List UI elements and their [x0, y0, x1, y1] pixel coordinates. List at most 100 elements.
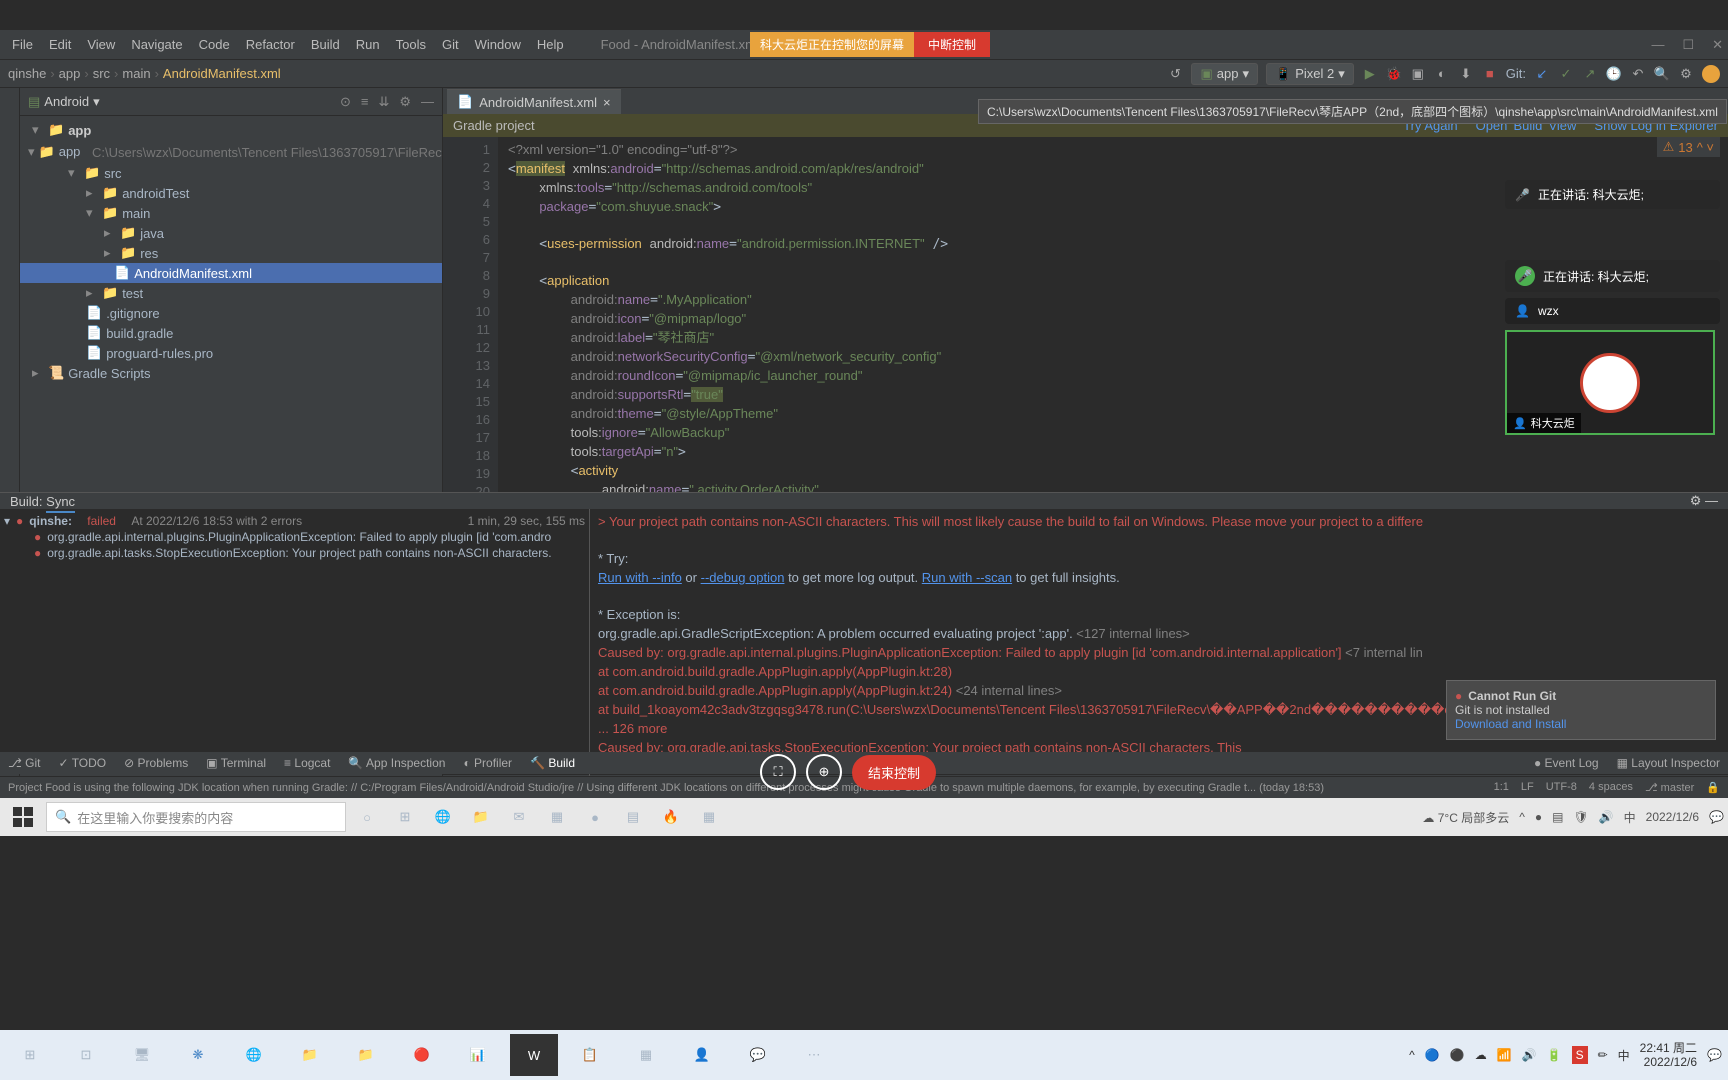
close-tab-icon[interactable]: × [603, 95, 611, 110]
settings-icon[interactable]: ⚙ [1678, 66, 1694, 82]
taskview-icon[interactable]: ⊡ [62, 1034, 110, 1076]
download-install-link[interactable]: Download and Install [1455, 717, 1707, 731]
app-icon[interactable]: ▦ [622, 1034, 670, 1076]
profiler-tool-button[interactable]: ◐ Profiler [463, 756, 512, 770]
start-button[interactable]: ⊞ [6, 1034, 54, 1076]
layoutinspector-tool-button[interactable]: ▦ Layout Inspector [1617, 756, 1720, 770]
menu-navigate[interactable]: Navigate [124, 34, 189, 55]
wps-icon[interactable]: W [510, 1034, 558, 1076]
attach-icon[interactable]: ⬇ [1458, 66, 1474, 82]
zoom-in-icon[interactable]: ⊕ [806, 754, 842, 790]
app-icon[interactable]: 📊 [454, 1034, 502, 1076]
app-icon[interactable]: 🔥 [654, 801, 688, 833]
interrupt-control-button[interactable]: 中断控制 [914, 32, 990, 57]
crumb-main[interactable]: main [122, 66, 150, 81]
edge-icon[interactable]: 🌐 [230, 1034, 278, 1076]
collapse-icon[interactable]: ⇊ [378, 94, 389, 110]
line-separator[interactable]: LF [1521, 781, 1534, 794]
app-icon[interactable]: ❋ [174, 1034, 222, 1076]
minimize-icon[interactable]: — [1651, 37, 1664, 53]
start-button[interactable] [4, 801, 42, 833]
hide-icon[interactable]: — [421, 94, 434, 110]
weather-widget[interactable]: ☁ 7°C 局部多云 [1422, 809, 1509, 826]
cortana-icon[interactable]: ○ [350, 801, 384, 833]
build-hide-icon[interactable]: — [1705, 493, 1718, 508]
app-icon[interactable]: ⋯ [790, 1034, 838, 1076]
menu-edit[interactable]: Edit [42, 34, 78, 55]
build-tool-button[interactable]: 🔨 Build [530, 756, 575, 770]
app-icon[interactable]: ▦ [692, 801, 726, 833]
explorer-icon[interactable]: 📁 [286, 1034, 334, 1076]
build-gear-icon[interactable]: ⚙ [1690, 493, 1702, 508]
encoding[interactable]: UTF-8 [1546, 781, 1577, 794]
indent[interactable]: 4 spaces [1589, 781, 1633, 794]
crumb-project[interactable]: qinshe [8, 66, 46, 81]
tree-selected-item[interactable]: 📄AndroidManifest.xml [20, 263, 442, 283]
inspection-indicator[interactable]: ⚠ 13 ^ ˅ [1657, 137, 1720, 157]
menu-file[interactable]: File [5, 34, 40, 55]
profiler-icon[interactable]: ◐ [1434, 66, 1450, 82]
crumb-file[interactable]: AndroidManifest.xml [163, 66, 281, 81]
app-icon[interactable]: ● [578, 801, 612, 833]
sync-icon[interactable]: ↺ [1167, 66, 1183, 82]
end-control-button[interactable]: 结束控制 [852, 755, 936, 790]
appinspection-tool-button[interactable]: 🔍 App Inspection [348, 756, 445, 770]
debug-icon[interactable]: 🐞 [1386, 66, 1402, 82]
app-icon[interactable]: 🖥 [118, 1034, 166, 1076]
expand-icon[interactable]: ≡ [361, 94, 369, 110]
system-tray[interactable]: ☁ 7°C 局部多云 ^●▤🛡🔊中 2022/12/6💬 [1422, 809, 1724, 826]
menu-git[interactable]: Git [435, 34, 466, 55]
device-dropdown[interactable]: 📱Pixel 2▾ [1266, 63, 1354, 85]
chrome-icon[interactable]: 🔴 [398, 1034, 446, 1076]
menu-window[interactable]: Window [468, 34, 528, 55]
fullscreen-icon[interactable]: ⛶ [760, 754, 796, 790]
wechat-icon[interactable]: 💬 [734, 1034, 782, 1076]
problems-tool-button[interactable]: ⊘ Problems [124, 756, 188, 770]
run-config-dropdown[interactable]: ▣app▾ [1191, 63, 1258, 85]
git-history-icon[interactable]: 🕒 [1606, 66, 1622, 82]
explorer-icon[interactable]: 📁 [464, 801, 498, 833]
app-icon[interactable]: ▤ [616, 801, 650, 833]
menu-help[interactable]: Help [530, 34, 571, 55]
app-icon[interactable]: 📋 [566, 1034, 614, 1076]
git-push-icon[interactable]: ↗ [1582, 66, 1598, 82]
close-icon[interactable]: ✕ [1712, 37, 1723, 53]
stop-icon[interactable]: ■ [1482, 66, 1498, 82]
crumb-src[interactable]: src [93, 66, 110, 81]
maximize-icon[interactable]: ☐ [1682, 37, 1694, 53]
search-icon[interactable]: 🔍 [1654, 66, 1670, 82]
participant-video[interactable]: 👤科大云炬 [1505, 330, 1715, 435]
participant-wzx[interactable]: 👤wzx [1505, 298, 1720, 324]
menu-refactor[interactable]: Refactor [239, 34, 302, 55]
avatar-icon[interactable] [1702, 65, 1720, 83]
menu-view[interactable]: View [80, 34, 122, 55]
crumb-app[interactable]: app [59, 66, 81, 81]
coverage-icon[interactable]: ▣ [1410, 66, 1426, 82]
logcat-tool-button[interactable]: ≡ Logcat [284, 756, 330, 770]
git-tool-button[interactable]: ⎇ Git [8, 756, 41, 770]
search-input[interactable]: 🔍在这里输入你要搜索的内容 [46, 802, 346, 832]
git-commit-icon[interactable]: ✓ [1558, 66, 1574, 82]
todo-tool-button[interactable]: ✓ TODO [59, 756, 107, 770]
explorer-icon[interactable]: 📁 [342, 1034, 390, 1076]
lock-icon[interactable]: 🔒 [1706, 781, 1720, 794]
terminal-tool-button[interactable]: ▣ Terminal [206, 756, 266, 770]
gear-icon[interactable]: ⚙ [399, 94, 411, 110]
caret-position[interactable]: 1:1 [1494, 781, 1509, 794]
menu-tools[interactable]: Tools [389, 34, 433, 55]
git-branch[interactable]: ⎇ master [1645, 781, 1694, 794]
git-revert-icon[interactable]: ↶ [1630, 66, 1646, 82]
menu-code[interactable]: Code [192, 34, 237, 55]
host-system-tray[interactable]: ^🔵⚫☁📶🔊🔋 S✏中 22:41 周二2022/12/6 💬 [1409, 1041, 1722, 1069]
app-icon[interactable]: ▦ [540, 801, 574, 833]
menu-run[interactable]: Run [349, 34, 387, 55]
editor-tab[interactable]: 📄AndroidManifest.xml× [447, 89, 621, 114]
edge-icon[interactable]: 🌐 [426, 801, 460, 833]
select-opened-icon[interactable]: ⊙ [340, 94, 351, 110]
taskview-icon[interactable]: ⊞ [388, 801, 422, 833]
project-view-dropdown[interactable]: Android [44, 94, 89, 109]
menu-build[interactable]: Build [304, 34, 347, 55]
mail-icon[interactable]: ✉ [502, 801, 536, 833]
run-icon[interactable]: ▶ [1362, 66, 1378, 82]
git-pull-icon[interactable]: ↙ [1534, 66, 1550, 82]
